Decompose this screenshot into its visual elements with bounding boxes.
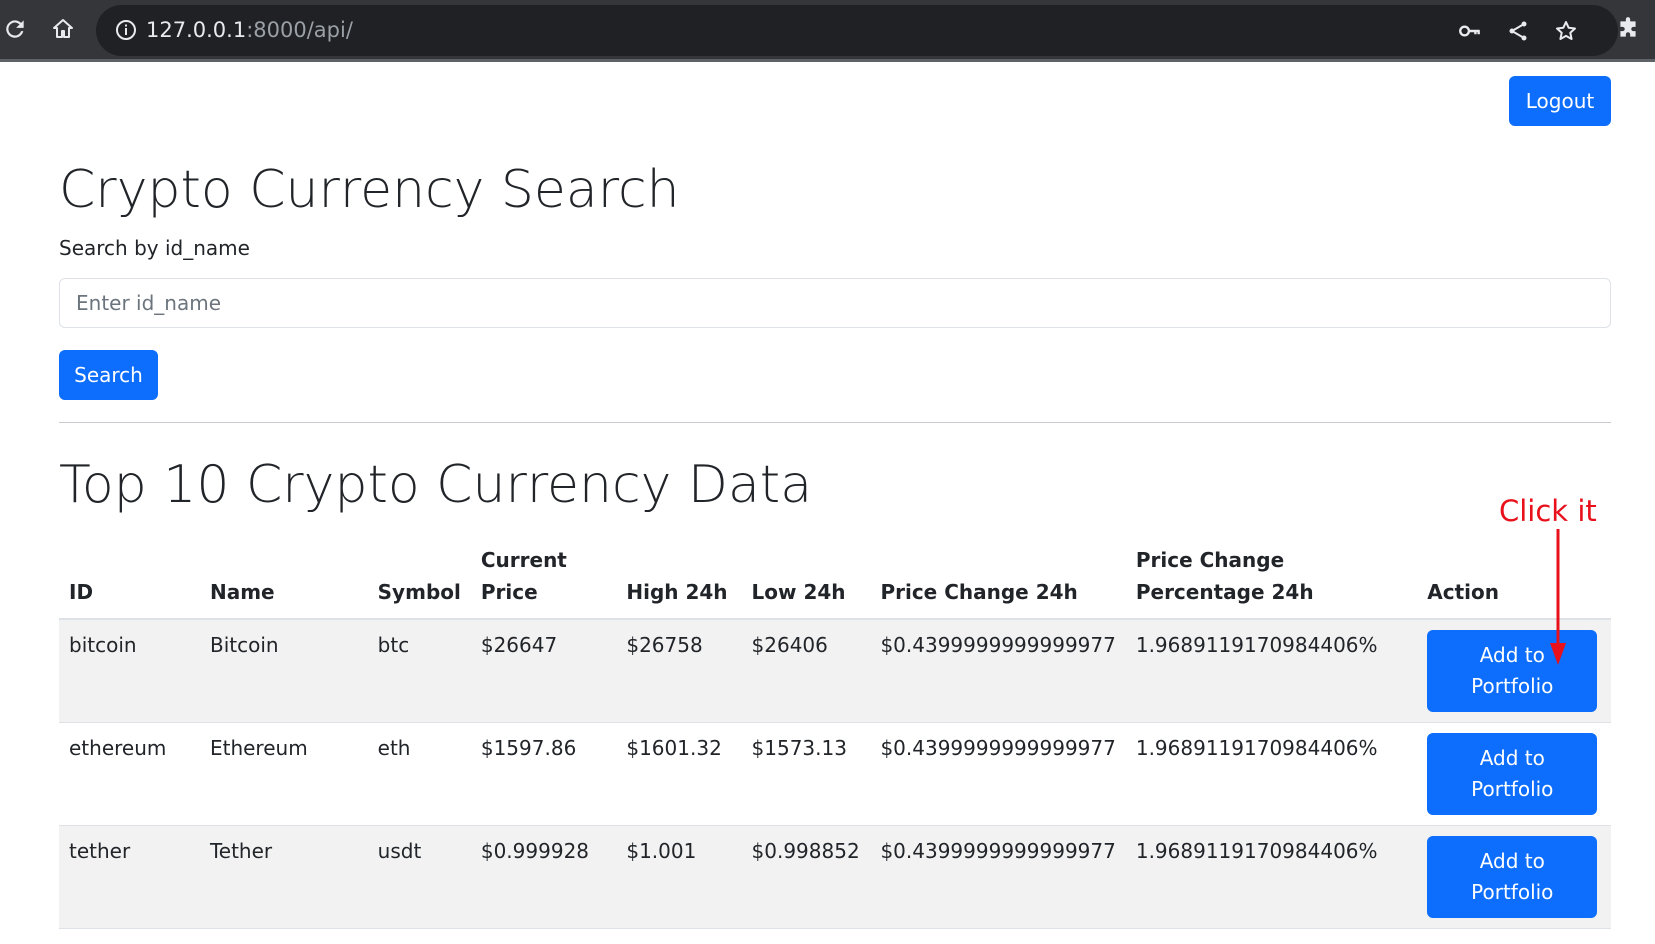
- cell-name: Tether: [199, 825, 368, 929]
- cell-price-change-24h: $0.4399999999999977: [870, 825, 1126, 929]
- cell-id: bitcoin: [59, 619, 200, 723]
- table-row: tether Tether usdt $0.999928 $1.001 $0.9…: [59, 825, 1611, 929]
- cell-id: tether: [59, 825, 200, 929]
- col-header-price-change-pct-24h: Price Change Percentage 24h: [1125, 536, 1418, 620]
- browser-toolbar: 127.0.0.1:8000/api/: [0, 0, 1655, 62]
- info-icon[interactable]: [114, 18, 138, 46]
- cell-name: Ethereum: [199, 722, 368, 826]
- col-header-name: Name: [199, 536, 368, 620]
- search-input[interactable]: [59, 278, 1611, 328]
- cell-high-24h: $26758: [616, 619, 742, 723]
- col-header-price-change-24h: Price Change 24h: [870, 536, 1126, 620]
- extensions-icon[interactable]: [1613, 14, 1643, 44]
- col-header-symbol: Symbol: [367, 536, 471, 620]
- home-icon[interactable]: [48, 14, 78, 44]
- search-title: Crypto Currency Search: [59, 160, 680, 220]
- table-row: ethereum Ethereum eth $1597.86 $1601.32 …: [59, 722, 1611, 826]
- annotation-label: Click it: [1499, 494, 1597, 528]
- cell-symbol: btc: [367, 619, 471, 723]
- table-row: bitcoin Bitcoin btc $26647 $26758 $26406…: [59, 619, 1611, 723]
- divider: [59, 422, 1611, 423]
- cell-price-change-pct-24h: 1.9689119170984406%: [1125, 722, 1418, 826]
- cell-current-price: $1597.86: [470, 722, 617, 826]
- share-icon[interactable]: [1504, 17, 1532, 45]
- cell-low-24h: $26406: [741, 619, 871, 723]
- address-bar[interactable]: 127.0.0.1:8000/api/: [96, 5, 1618, 56]
- table-title: Top 10 Crypto Currency Data: [59, 455, 813, 515]
- cell-action: Add to Portfolio: [1417, 722, 1611, 826]
- star-icon[interactable]: [1552, 17, 1580, 45]
- cell-high-24h: $1.001: [616, 825, 742, 929]
- cell-low-24h: $1573.13: [741, 722, 871, 826]
- cell-name: Bitcoin: [199, 619, 368, 723]
- col-header-action: Action: [1417, 536, 1611, 620]
- url-host: 127.0.0.1: [146, 18, 247, 42]
- url-path: :8000/api/: [246, 18, 353, 42]
- table-header-row: ID Name Symbol Current Price High 24h Lo…: [59, 536, 1611, 620]
- cell-action: Add to Portfolio: [1417, 825, 1611, 929]
- cell-symbol: usdt: [367, 825, 471, 929]
- cell-price-change-24h: $0.4399999999999977: [870, 619, 1126, 723]
- search-button[interactable]: Search: [59, 350, 158, 400]
- logout-button[interactable]: Logout: [1509, 76, 1611, 126]
- col-header-high-24h: High 24h: [616, 536, 742, 620]
- col-header-current-price: Current Price: [470, 536, 617, 620]
- cell-current-price: $0.999928: [470, 825, 617, 929]
- cell-current-price: $26647: [470, 619, 617, 723]
- cell-low-24h: $0.998852: [741, 825, 871, 929]
- annotation-arrow: [1550, 529, 1566, 665]
- cell-id: ethereum: [59, 722, 200, 826]
- add-to-portfolio-button[interactable]: Add to Portfolio: [1427, 836, 1598, 918]
- cell-price-change-pct-24h: 1.9689119170984406%: [1125, 825, 1418, 929]
- col-header-low-24h: Low 24h: [741, 536, 871, 620]
- cell-price-change-pct-24h: 1.9689119170984406%: [1125, 619, 1418, 723]
- key-icon[interactable]: [1456, 17, 1484, 45]
- crypto-table: ID Name Symbol Current Price High 24h Lo…: [59, 536, 1611, 929]
- col-header-id: ID: [59, 536, 200, 620]
- cell-symbol: eth: [367, 722, 471, 826]
- reload-icon[interactable]: [0, 14, 30, 44]
- cell-price-change-24h: $0.4399999999999977: [870, 722, 1126, 826]
- cell-action: Add to Portfolio: [1417, 619, 1611, 723]
- url-text: 127.0.0.1:8000/api/: [146, 18, 353, 42]
- cell-high-24h: $1601.32: [616, 722, 742, 826]
- search-label: Search by id_name: [59, 236, 250, 260]
- add-to-portfolio-button[interactable]: Add to Portfolio: [1427, 733, 1598, 815]
